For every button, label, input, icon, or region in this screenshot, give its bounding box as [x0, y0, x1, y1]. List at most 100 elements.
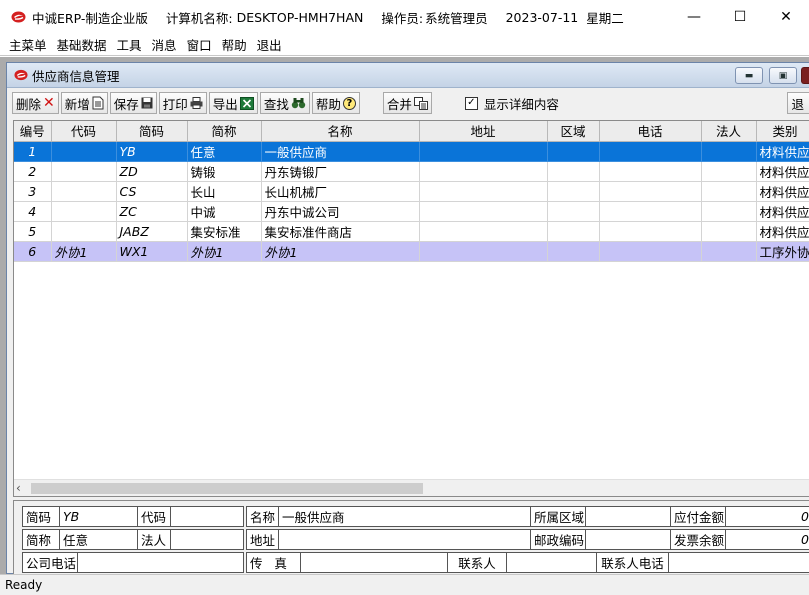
horizontal-scrollbar[interactable]: ‹	[14, 479, 809, 496]
merge-button[interactable]: 合并	[382, 92, 432, 114]
col-header-abbr[interactable]: 简称	[187, 121, 262, 142]
cell-no[interactable]: 4	[14, 201, 52, 222]
cell-abbr[interactable]: 外协1	[187, 241, 262, 262]
cell-no[interactable]: 6	[14, 241, 52, 262]
col-header-legal[interactable]: 法人	[701, 121, 757, 142]
cell-category[interactable]: 材料供应	[756, 181, 809, 202]
cell-short-code[interactable]: ZD	[116, 161, 188, 182]
table-row[interactable]: 2 ZD 铸锻 丹东铸锻厂 材料供应	[14, 161, 809, 182]
maximize-button[interactable]: ☐	[717, 0, 763, 34]
table-row[interactable]: 1 YB 任意 一般供应商 材料供应	[14, 141, 809, 162]
col-header-category[interactable]: 类别	[756, 121, 809, 142]
cell-code[interactable]	[51, 141, 117, 162]
show-detail-checkbox[interactable]: ✓ 显示详细内容	[464, 94, 559, 113]
cell-code[interactable]	[51, 201, 117, 222]
menu-exit[interactable]: 退出	[252, 35, 287, 54]
help-button[interactable]: 帮助?	[311, 92, 360, 114]
cell-code[interactable]	[51, 181, 117, 202]
cell-category[interactable]: 工序外协	[756, 241, 809, 262]
cell-region[interactable]	[547, 221, 600, 242]
cell-address[interactable]	[419, 241, 548, 262]
menu-messages[interactable]: 消息	[147, 35, 182, 54]
table-row[interactable]: 6 外协1 WX1 外协1 外协1 工序外协	[14, 241, 809, 262]
cell-legal[interactable]	[701, 141, 757, 162]
cell-abbr[interactable]: 长山	[187, 181, 262, 202]
cell-name[interactable]: 集安标准件商店	[261, 221, 420, 242]
cell-category[interactable]: 材料供应	[756, 141, 809, 162]
save-button[interactable]: 保存	[109, 92, 157, 114]
region-field[interactable]	[585, 506, 671, 527]
cell-abbr[interactable]: 集安标准	[187, 221, 262, 242]
cell-short-code[interactable]: CS	[116, 181, 188, 202]
cell-region[interactable]	[547, 241, 600, 262]
cell-code[interactable]: 外协1	[51, 241, 117, 262]
cell-address[interactable]	[419, 161, 548, 182]
cell-region[interactable]	[547, 181, 600, 202]
cell-category[interactable]: 材料供应	[756, 161, 809, 182]
postcode-field[interactable]	[585, 529, 671, 550]
scroll-left-arrow-icon[interactable]: ‹	[16, 481, 21, 495]
new-button[interactable]: 新增	[60, 92, 108, 114]
cell-no[interactable]: 1	[14, 141, 52, 162]
cell-code[interactable]	[51, 221, 117, 242]
code-field[interactable]	[170, 506, 244, 527]
invoice-field[interactable]: 0	[725, 529, 809, 550]
exit-button[interactable]: 退	[787, 92, 809, 114]
payable-field[interactable]: 0	[725, 506, 809, 527]
cell-legal[interactable]	[701, 221, 757, 242]
table-row[interactable]: 5 JABZ 集安标准 集安标准件商店 材料供应	[14, 221, 809, 242]
menu-basic-data[interactable]: 基础数据	[52, 35, 112, 54]
cell-abbr[interactable]: 中诚	[187, 201, 262, 222]
cell-legal[interactable]	[701, 241, 757, 262]
menu-main[interactable]: 主菜单	[0, 35, 52, 54]
cell-region[interactable]	[547, 201, 600, 222]
cell-address[interactable]	[419, 181, 548, 202]
cell-legal[interactable]	[701, 201, 757, 222]
contact-phone-field[interactable]	[668, 552, 809, 573]
cell-address[interactable]	[419, 141, 548, 162]
child-restore-button[interactable]: ▣	[769, 67, 797, 84]
cell-code[interactable]	[51, 161, 117, 182]
child-close-button[interactable]	[801, 67, 809, 84]
cell-phone[interactable]	[599, 221, 702, 242]
cell-short-code[interactable]: ZC	[116, 201, 188, 222]
cell-category[interactable]: 材料供应	[756, 221, 809, 242]
address-field[interactable]	[278, 529, 531, 550]
name-field[interactable]: 一般供应商	[278, 506, 531, 527]
cell-category[interactable]: 材料供应	[756, 201, 809, 222]
cell-phone[interactable]	[599, 161, 702, 182]
company-phone-field[interactable]	[77, 552, 244, 573]
cell-name[interactable]: 长山机械厂	[261, 181, 420, 202]
delete-button[interactable]: 删除 ✕	[12, 92, 59, 114]
scrollbar-thumb[interactable]	[31, 483, 423, 494]
cell-address[interactable]	[419, 201, 548, 222]
cell-phone[interactable]	[599, 241, 702, 262]
child-minimize-button[interactable]: ▬	[735, 67, 763, 84]
col-header-region[interactable]: 区域	[547, 121, 600, 142]
col-header-phone[interactable]: 电话	[599, 121, 702, 142]
minimize-button[interactable]: —	[671, 0, 717, 34]
abbr-field[interactable]: 任意	[59, 529, 138, 550]
cell-region[interactable]	[547, 161, 600, 182]
legal-field[interactable]	[170, 529, 244, 550]
short-code-field[interactable]: YB	[59, 506, 138, 527]
cell-legal[interactable]	[701, 161, 757, 182]
cell-short-code[interactable]: YB	[116, 141, 188, 162]
cell-name[interactable]: 丹东铸锻厂	[261, 161, 420, 182]
col-header-code[interactable]: 代码	[51, 121, 117, 142]
col-header-short-code[interactable]: 简码	[116, 121, 188, 142]
cell-legal[interactable]	[701, 181, 757, 202]
col-header-name[interactable]: 名称	[261, 121, 420, 142]
table-row[interactable]: 3 CS 长山 长山机械厂 材料供应	[14, 181, 809, 202]
contact-field[interactable]	[506, 552, 597, 573]
cell-no[interactable]: 3	[14, 181, 52, 202]
close-button[interactable]: ✕	[763, 0, 809, 34]
cell-abbr[interactable]: 任意	[187, 141, 262, 162]
cell-region[interactable]	[547, 141, 600, 162]
print-button[interactable]: 打印	[158, 92, 207, 114]
fax-field[interactable]	[300, 552, 448, 573]
col-header-address[interactable]: 地址	[419, 121, 548, 142]
cell-abbr[interactable]: 铸锻	[187, 161, 262, 182]
cell-name[interactable]: 外协1	[261, 241, 420, 262]
cell-short-code[interactable]: WX1	[116, 241, 188, 262]
